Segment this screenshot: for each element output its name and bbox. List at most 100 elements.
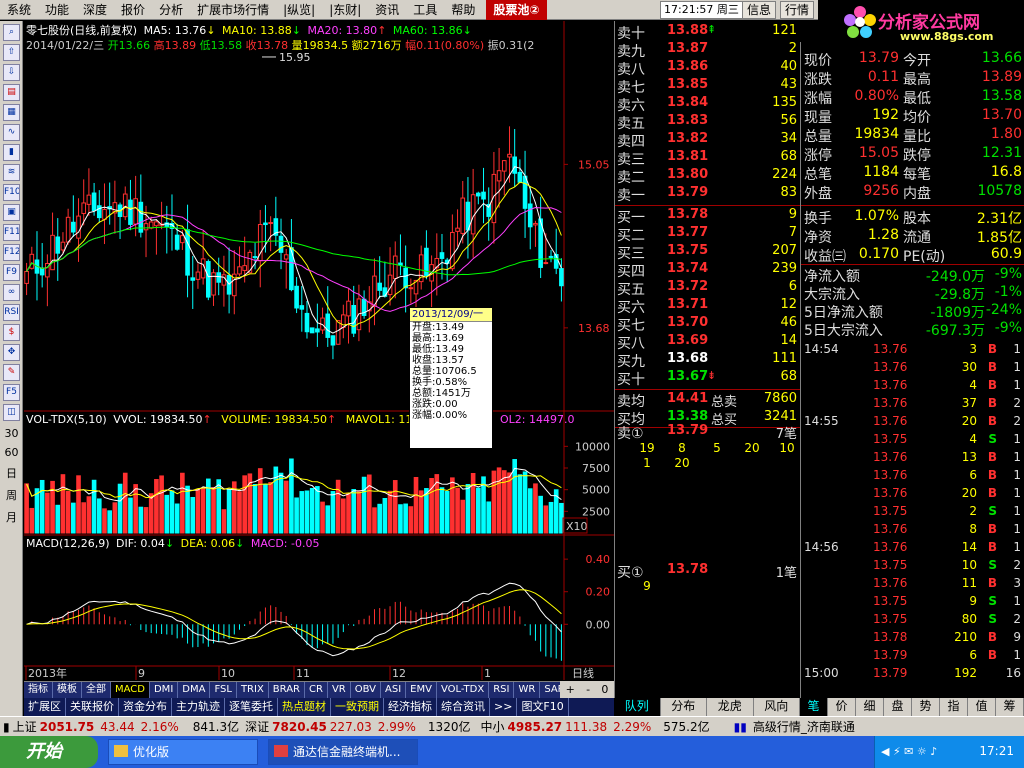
ask-row[interactable]: 卖七 13.85 43 [615,77,801,96]
tick-tab-5[interactable]: 指 [940,698,968,716]
indicator-tab-3[interactable]: MACD [111,681,150,699]
tick-row[interactable]: 13.76 4 B 1 [801,378,1024,396]
f11-icon[interactable]: F11 [3,224,20,241]
tick-row[interactable]: 13.75 4 S 1 [801,432,1024,450]
ask-row[interactable]: 卖五 13.83 56 [615,113,801,132]
tick-tab-7[interactable]: 筹 [996,698,1024,716]
task-tdx-terminal[interactable]: 通达信金融终端机... [268,739,418,765]
ask-row[interactable]: 卖九 13.87 2 [615,41,801,60]
tick-row[interactable]: 14:55 13.76 20 B 2 [801,414,1024,432]
indicator-tab-1[interactable]: 模板 [53,681,82,699]
tick-list[interactable]: 14:54 13.76 3 B 1 13.76 30 B 1 13.76 4 B 1 13.76 37 B 2 1… [800,340,1024,698]
menu-item-1[interactable]: 功能 [38,0,76,20]
indicator-tab-4[interactable]: DMI [150,681,179,699]
ask-row[interactable]: 卖十 13.88 ⇞ 121 [615,23,801,42]
tick-tab-6[interactable]: 值 [968,698,996,716]
arrow-down-icon[interactable]: ⇩ [3,64,20,81]
ask-row[interactable]: 卖八 13.86 40 [615,59,801,78]
extension-tab-10[interactable]: 图文F10 [517,698,569,716]
f10-icon[interactable]: F10 [3,184,20,201]
candle-icon[interactable]: ▮ [3,144,20,161]
zoom-button-0[interactable]: + [566,683,575,696]
menu-item-2[interactable]: 深度 [76,0,114,20]
book-tab-1[interactable]: 分布 [661,698,707,716]
menu-item-4[interactable]: 分析 [152,0,190,20]
indicator-tab-0[interactable]: 指标 [24,681,53,699]
indicator-tab-15[interactable]: RSI [489,681,515,699]
extension-tab-9[interactable]: >> [490,698,518,716]
extension-tab-8[interactable]: 综合资讯 [437,698,490,716]
zoom-button-2[interactable]: 0 [601,683,608,696]
kline-chart-svg[interactable]: 15.9515.0513.6810000750050002500X100.400… [24,21,614,680]
menu-item-10[interactable]: 帮助 [444,0,482,20]
bid-row[interactable]: 买五 13.72 6 [615,279,801,298]
indicator-tab-2[interactable]: 全部 [82,681,111,699]
f12-icon[interactable]: F12 [3,244,20,261]
stock-pool-button[interactable]: 股票池② [486,0,547,20]
menu-item-0[interactable]: 系统 [0,0,38,20]
indicator-tab-13[interactable]: EMV [406,681,437,699]
ask-row[interactable]: 卖二 13.80 224 [615,167,801,186]
ask-row[interactable]: 卖三 13.81 68 [615,149,801,168]
tick-tab-1[interactable]: 价 [828,698,856,716]
tick-row[interactable]: 13.76 11 B 3 [801,576,1024,594]
extension-tab-0[interactable]: 扩展区 [24,698,66,716]
extension-tab-3[interactable]: 主力轨迹 [172,698,225,716]
bid-row[interactable]: 买一 13.78 9 [615,207,801,226]
tick-tab-0[interactable]: 笔 [800,698,828,716]
menu-item-5[interactable]: 扩展市场行情 [190,0,276,20]
money-icon[interactable]: $ [3,324,20,341]
link-icon[interactable]: ∞ [3,284,20,301]
tick-row[interactable]: 13.76 13 B 1 [801,450,1024,468]
tick-row[interactable]: 13.76 30 B 1 [801,360,1024,378]
extension-tab-6[interactable]: 一致预期 [331,698,384,716]
report-icon[interactable]: ▤ [3,84,20,101]
bid-row[interactable]: 买十 13.67 ⇟ 68 [615,369,801,388]
start-button[interactable]: 开始 [0,736,98,768]
book-tab-2[interactable]: 龙虎 [707,698,754,716]
zoom-button-1[interactable]: - [586,683,590,696]
bid-row[interactable]: 买三 13.75 207 [615,243,801,262]
search-icon[interactable]: ⌕ [3,24,20,41]
extension-tab-7[interactable]: 经济指标 [384,698,437,716]
bid-row[interactable]: 买四 13.74 239 [615,261,801,280]
kline-chart-area[interactable]: 15.95 15.05 13.68 10000 7500 5000 2500 X10 0.40 0… [24,21,614,680]
f5-icon[interactable]: F5 [3,384,20,401]
tick-row[interactable]: 13.76 20 B 1 [801,486,1024,504]
tick-tab-2[interactable]: 细 [856,698,884,716]
period-button-0[interactable]: 30 [0,427,23,440]
tick-row[interactable]: 13.78 210 B 9 [801,630,1024,648]
menu-item-9[interactable]: 工具 [406,0,444,20]
period-button-4[interactable]: 月 [0,509,23,525]
info-button[interactable]: 信息 [742,1,777,19]
tray-icons[interactable]: ◀ ⚡ ✉ ☼ ♪ [881,745,937,758]
indicator-tab-16[interactable]: WR [514,681,541,699]
indicator-tab-8[interactable]: BRAR [269,681,305,699]
tick-tab-3[interactable]: 盘 [884,698,912,716]
indicator-tab-11[interactable]: OBV [351,681,381,699]
tick-row[interactable]: 13.79 6 B 1 [801,648,1024,666]
bid-row[interactable]: 买七 13.70 46 [615,315,801,334]
tick-row[interactable]: 13.75 10 S 2 [801,558,1024,576]
rsi-icon[interactable]: RSI [3,304,20,321]
ask-row[interactable]: 卖一 13.79 83 [615,185,801,204]
period-button-1[interactable]: 60 [0,446,23,459]
extension-tab-1[interactable]: 关联报价 [66,698,119,716]
tick-row[interactable]: 15:00 13.79 192 16 [801,666,1024,684]
tick-row[interactable]: 13.75 9 S 1 [801,594,1024,612]
news-icon[interactable]: ▣ [3,204,20,221]
menu-item-3[interactable]: 报价 [114,0,152,20]
task-optimized[interactable]: 优化版 [108,739,258,765]
book-tab-0[interactable]: 队列 [614,698,661,716]
book-tab-3[interactable]: 风向 [754,698,800,716]
table-icon[interactable]: ▦ [3,104,20,121]
tick-row[interactable]: 14:56 13.76 14 B 1 [801,540,1024,558]
tick-row[interactable]: 13.76 37 B 2 [801,396,1024,414]
tick-row[interactable]: 13.75 2 S 1 [801,504,1024,522]
indicator-tab-14[interactable]: VOL-TDX [437,681,490,699]
ask-row[interactable]: 卖四 13.82 34 [615,131,801,150]
quote-button[interactable]: 行情 [780,1,815,19]
tick-row[interactable]: 13.75 80 S 2 [801,612,1024,630]
tick-row[interactable]: 13.76 6 B 1 [801,468,1024,486]
arrow-up-icon[interactable]: ⇧ [3,44,20,61]
